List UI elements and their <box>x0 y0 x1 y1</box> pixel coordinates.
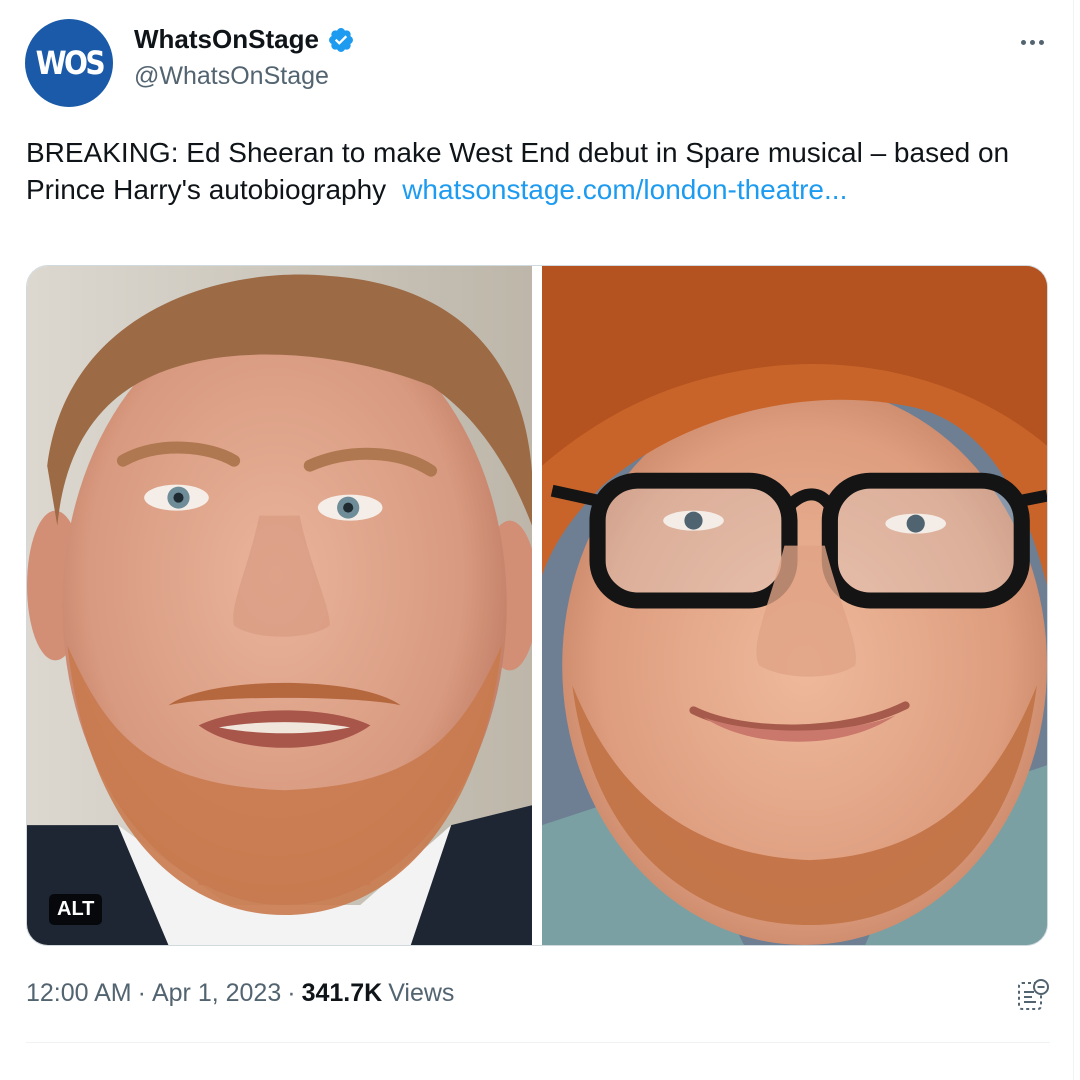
author-name-row: WhatsOnStage <box>134 24 355 55</box>
user-handle[interactable]: @WhatsOnStage <box>134 62 329 91</box>
display-name[interactable]: WhatsOnStage <box>134 24 319 55</box>
tweet-card: WOS WhatsOnStage @WhatsOnStage BREAKING:… <box>0 0 1080 1080</box>
more-options-icon[interactable] <box>1014 28 1050 56</box>
tweet-text: BREAKING: Ed Sheeran to make West End de… <box>26 134 1016 208</box>
dot <box>1020 39 1026 45</box>
portrait-ed-sheeran-image <box>542 266 1047 945</box>
views-label: Views <box>388 979 455 1007</box>
views-count: 341.7K <box>301 979 383 1007</box>
avatar-logo-text: WOS <box>35 44 105 82</box>
action-divider <box>26 1042 1050 1043</box>
portrait-harry-image <box>27 266 532 945</box>
tweet-time[interactable]: 12:00 AM <box>26 979 132 1008</box>
tweet-link[interactable]: whatsonstage.com/london-theatre... <box>402 174 847 205</box>
avatar[interactable]: WOS <box>25 19 113 107</box>
meta-separator: · <box>287 979 296 1007</box>
analytics-icon[interactable] <box>1016 978 1050 1012</box>
tweet-meta: 12:00 AM · Apr 1, 2023 · 341.7K Views <box>26 979 454 1008</box>
dot <box>1038 39 1044 45</box>
photo-right-ed-sheeran[interactable] <box>542 266 1047 945</box>
edge-divider <box>1073 0 1074 1080</box>
alt-text-badge[interactable]: ALT <box>49 894 103 925</box>
tweet-date[interactable]: Apr 1, 2023 <box>152 979 281 1008</box>
media-grid: ALT <box>26 265 1048 946</box>
photo-left-prince-harry[interactable]: ALT <box>27 266 532 945</box>
meta-separator: · <box>137 979 146 1007</box>
dot <box>1029 39 1035 45</box>
verified-badge-icon <box>327 26 355 54</box>
